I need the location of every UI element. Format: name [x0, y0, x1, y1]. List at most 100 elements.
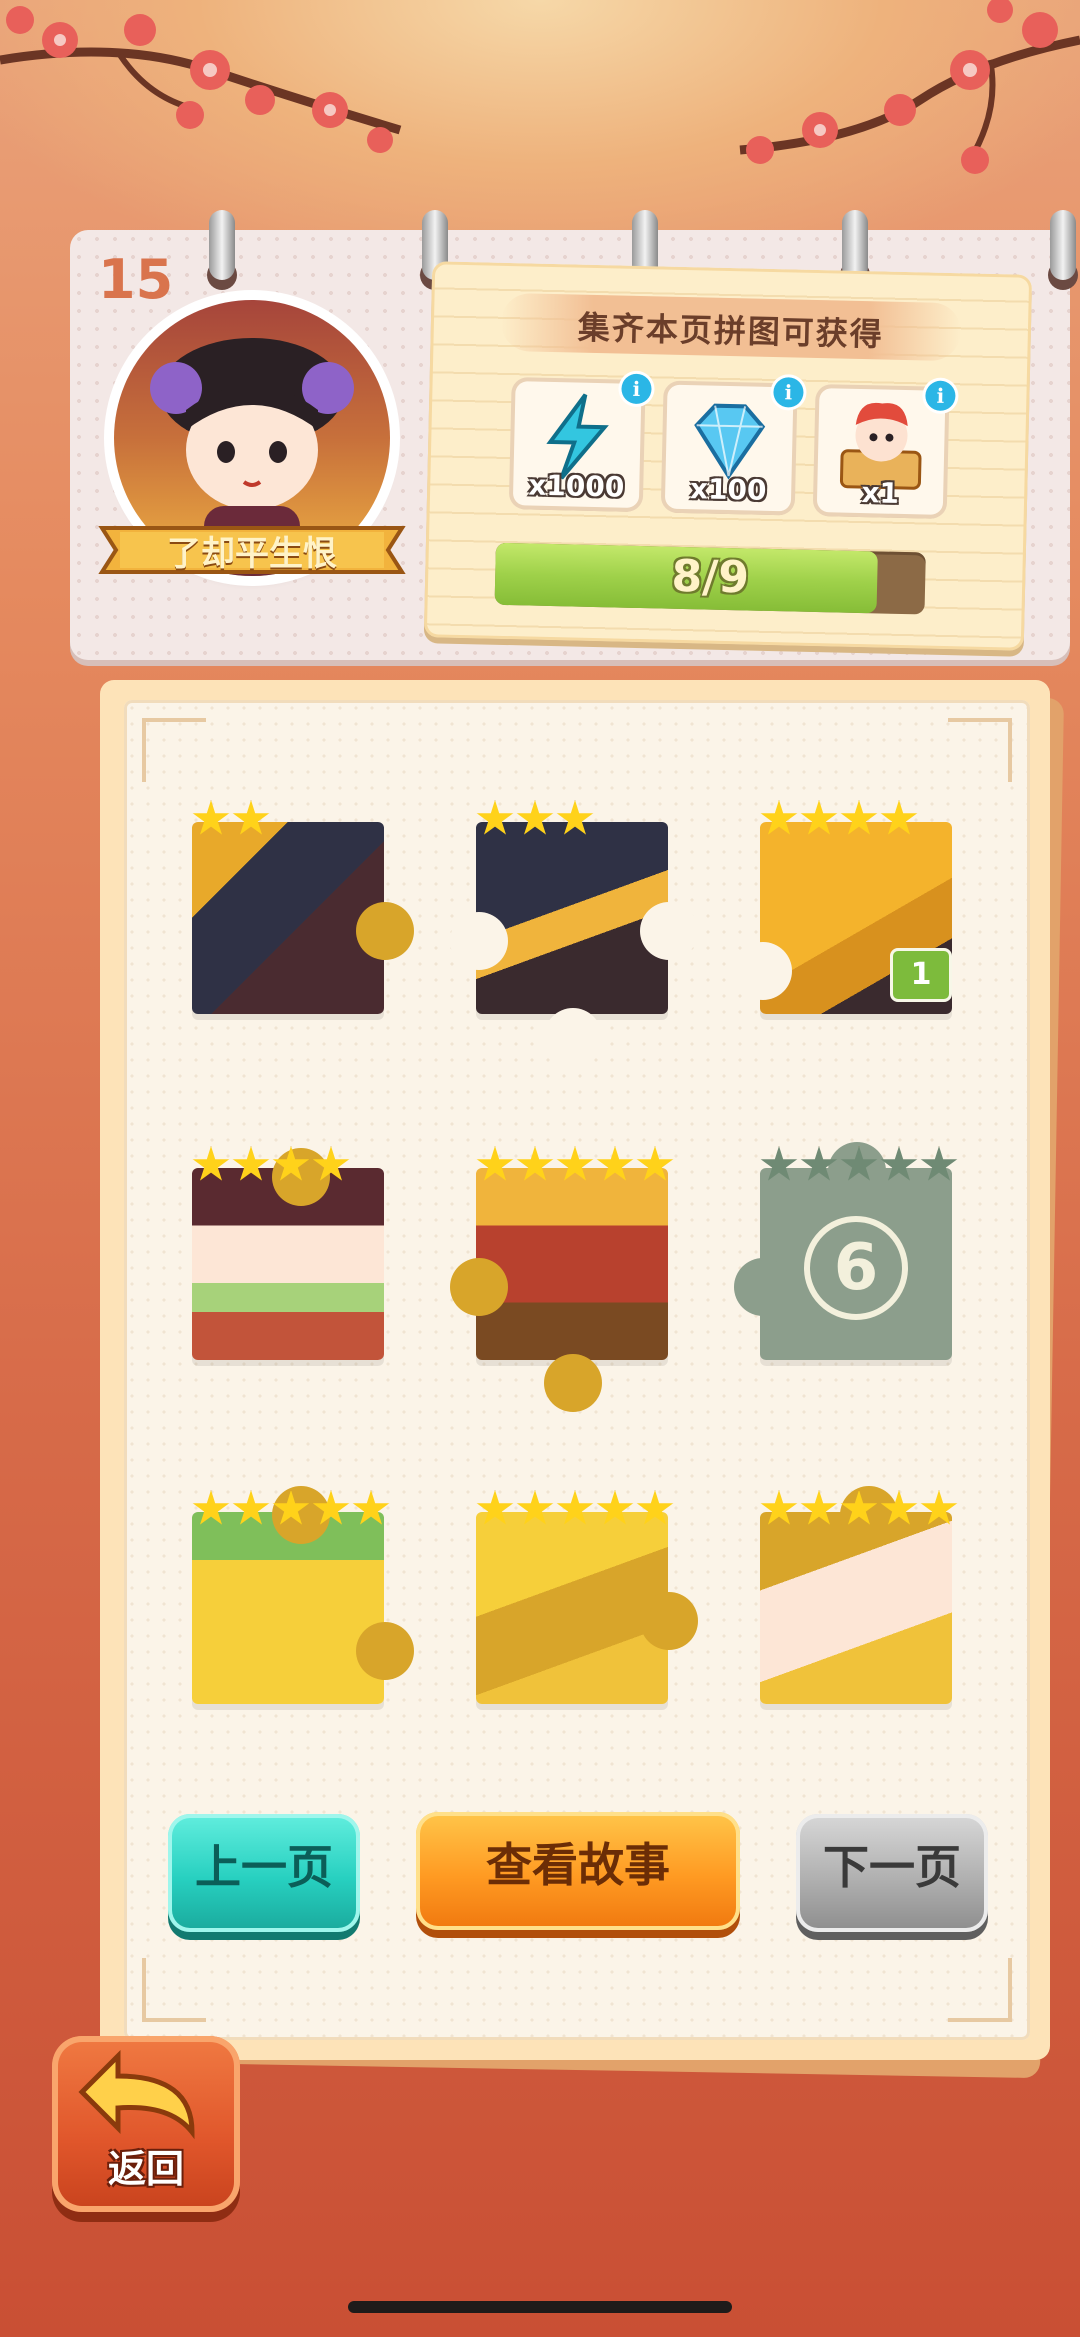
star-icon: [880, 1490, 918, 1525]
reward-diamond[interactable]: x100 i: [664, 377, 804, 512]
binder-ring: [842, 210, 868, 280]
star-icon: [476, 1490, 514, 1525]
star-icon: [636, 1146, 674, 1181]
puzzle-piece[interactable]: [450, 800, 698, 1066]
plum-branch-right: [739, 0, 1080, 174]
progress-text: 8/9: [671, 550, 750, 604]
star-icon: [516, 800, 554, 835]
puzzle-knob: [544, 1008, 602, 1066]
puzzle-knob: [356, 1622, 414, 1680]
corner-ornament: [948, 1958, 1012, 2022]
reward-count: x1: [861, 476, 900, 510]
puzzle-knob: [734, 1258, 792, 1316]
puzzle-piece-image: [476, 822, 668, 1014]
puzzle-piece[interactable]: [192, 1146, 392, 1360]
star-rating: [760, 1146, 958, 1186]
star-icon: [800, 1490, 838, 1525]
puzzle-piece[interactable]: [450, 1146, 676, 1412]
star-icon: [516, 1146, 554, 1181]
star-icon: [760, 1146, 798, 1181]
star-rating: [192, 1146, 350, 1186]
binder-ring: [1050, 210, 1076, 280]
star-icon: [192, 800, 230, 835]
star-icon: [920, 1490, 958, 1525]
locked-piece-number: 6: [804, 1216, 908, 1320]
puzzle-knob: [450, 1258, 508, 1316]
star-icon: [352, 1490, 390, 1525]
star-rating: [476, 1146, 674, 1186]
puzzle-piece[interactable]: [192, 800, 414, 1014]
star-icon: [312, 1146, 350, 1181]
star-icon: [556, 1146, 594, 1181]
info-icon[interactable]: i: [773, 377, 804, 408]
info-icon[interactable]: i: [621, 373, 652, 405]
back-button[interactable]: 返回: [52, 2036, 240, 2212]
star-rating: [760, 800, 918, 840]
star-icon: [760, 800, 798, 835]
puzzle-piece[interactable]: [192, 1486, 414, 1704]
binder-ring: [209, 210, 235, 280]
puzzle-piece-locked[interactable]: 6: [734, 1142, 960, 1360]
star-icon: [636, 1490, 674, 1525]
star-icon: [476, 800, 514, 835]
star-icon: [596, 1146, 634, 1181]
star-icon: [920, 1146, 958, 1181]
piece-count-badge: 1: [890, 948, 952, 1002]
info-icon[interactable]: i: [925, 380, 956, 412]
star-icon: [232, 1146, 270, 1181]
star-icon: [760, 1490, 798, 1525]
puzzle-piece-image: [476, 1168, 668, 1360]
star-rating: [476, 800, 594, 840]
puzzle-knob: [450, 912, 508, 970]
reward-jester[interactable]: x1 i: [816, 380, 956, 515]
corner-ornament: [142, 1958, 206, 2022]
corner-ornament: [948, 718, 1012, 782]
chapter-avatar-badge[interactable]: 了却平生恨: [92, 300, 412, 610]
star-icon: [272, 1490, 310, 1525]
star-icon: [880, 800, 918, 835]
puzzle-knob: [640, 902, 698, 960]
puzzle-knob: [734, 942, 792, 1000]
star-icon: [880, 1146, 918, 1181]
star-icon: [556, 1490, 594, 1525]
reward-panel: 集齐本页拼图可获得 x1000 i x100 i x1 i 8/9: [423, 261, 1033, 651]
star-icon: [192, 1490, 230, 1525]
chapter-title: 了却平生恨: [167, 534, 337, 574]
reward-count: x1000: [527, 468, 625, 504]
star-icon: [596, 1490, 634, 1525]
puzzle-piece[interactable]: [760, 1486, 960, 1704]
star-icon: [840, 800, 878, 835]
star-icon: [800, 1146, 838, 1181]
star-icon: [232, 800, 270, 835]
view-story-button[interactable]: 查看故事: [416, 1812, 740, 1930]
star-icon: [556, 800, 594, 835]
puzzle-piece[interactable]: [476, 1490, 698, 1704]
star-icon: [840, 1146, 878, 1181]
plum-branch-left: [0, 6, 402, 153]
star-rating: [192, 1490, 390, 1530]
star-icon: [840, 1490, 878, 1525]
star-icon: [312, 1490, 350, 1525]
star-rating: [476, 1490, 674, 1530]
back-arrow-icon: [78, 2049, 195, 2140]
star-rating: [760, 1490, 958, 1530]
back-label: 返回: [107, 2147, 184, 2191]
star-rating: [192, 800, 270, 840]
star-icon: [232, 1490, 270, 1525]
corner-ornament: [142, 718, 206, 782]
puzzle-knob: [544, 1354, 602, 1412]
puzzle-knob: [640, 1592, 698, 1650]
reward-energy[interactable]: x1000 i: [512, 373, 652, 508]
puzzle-piece-image: [476, 1512, 668, 1704]
star-icon: [476, 1146, 514, 1181]
star-icon: [516, 1490, 554, 1525]
prev-page-button[interactable]: 上一页: [168, 1814, 360, 1932]
next-page-button[interactable]: 下一页: [796, 1814, 988, 1932]
home-indicator: [348, 2301, 732, 2313]
star-icon: [272, 1146, 310, 1181]
reward-count: x100: [689, 472, 767, 507]
star-icon: [800, 800, 838, 835]
puzzle-knob: [356, 902, 414, 960]
puzzle-piece[interactable]: 1: [734, 800, 960, 1014]
collection-progress-bar: 8/9: [494, 542, 926, 615]
